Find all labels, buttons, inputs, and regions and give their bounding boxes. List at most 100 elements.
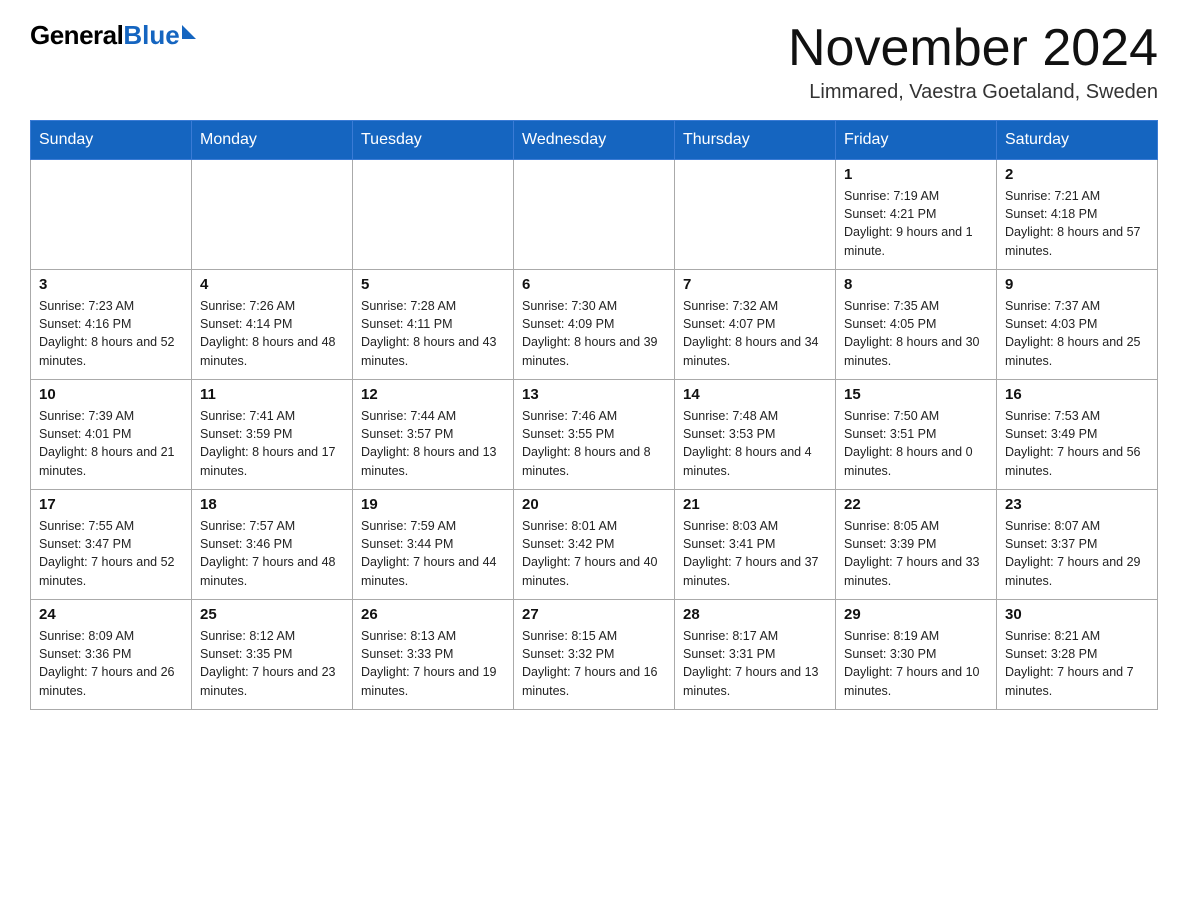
logo: General Blue xyxy=(30,20,196,51)
day-number: 18 xyxy=(200,496,344,513)
calendar-cell: 18 Sunrise: 7:57 AM Sunset: 3:46 PM Dayli… xyxy=(192,490,353,600)
calendar-cell: 4Sunrise: 7:26 AM Sunset: 4:14 PM Daylig… xyxy=(192,270,353,380)
calendar-cell: 30 Sunrise: 8:21 AM Sunset: 3:28 PM Dayli… xyxy=(997,600,1158,710)
day-info: Sunrise: 7:21 AM Sunset: 4:18 PM Dayligh… xyxy=(1005,187,1149,260)
calendar-cell: 19 Sunrise: 7:59 AM Sunset: 3:44 PM Dayli… xyxy=(353,490,514,600)
day-info: Sunrise: 8:05 AM Sunset: 3:39 PM Dayligh… xyxy=(844,517,988,590)
logo-general-text: General xyxy=(30,20,123,51)
calendar-cell: 14Sunrise: 7:48 AM Sunset: 3:53 PM Dayli… xyxy=(675,380,836,490)
day-number: 5 xyxy=(361,276,505,293)
header-wednesday: Wednesday xyxy=(514,121,675,160)
day-info: Sunrise: 7:46 AM Sunset: 3:55 PM Dayligh… xyxy=(522,407,666,480)
day-info: Sunrise: 7:23 AM Sunset: 4:16 PM Dayligh… xyxy=(39,297,183,370)
day-number: 29 xyxy=(844,606,988,623)
calendar-cell: 6 Sunrise: 7:30 AM Sunset: 4:09 PM Daylig… xyxy=(514,270,675,380)
day-info: Sunrise: 7:50 AM Sunset: 3:51 PM Dayligh… xyxy=(844,407,988,480)
calendar-cell: 21Sunrise: 8:03 AM Sunset: 3:41 PM Dayli… xyxy=(675,490,836,600)
day-number: 11 xyxy=(200,386,344,403)
day-number: 6 xyxy=(522,276,666,293)
day-number: 16 xyxy=(1005,386,1149,403)
logo-arrow-icon xyxy=(182,25,196,39)
calendar-cell: 16Sunrise: 7:53 AM Sunset: 3:49 PM Dayli… xyxy=(997,380,1158,490)
header-sunday: Sunday xyxy=(31,121,192,160)
header-friday: Friday xyxy=(836,121,997,160)
day-number: 23 xyxy=(1005,496,1149,513)
day-info: Sunrise: 7:59 AM Sunset: 3:44 PM Dayligh… xyxy=(361,517,505,590)
calendar-cell: 10 Sunrise: 7:39 AM Sunset: 4:01 PM Dayli… xyxy=(31,380,192,490)
day-number: 19 xyxy=(361,496,505,513)
day-info: Sunrise: 7:55 AM Sunset: 3:47 PM Dayligh… xyxy=(39,517,183,590)
day-info: Sunrise: 8:15 AM Sunset: 3:32 PM Dayligh… xyxy=(522,627,666,700)
day-info: Sunrise: 7:19 AM Sunset: 4:21 PM Dayligh… xyxy=(844,187,988,260)
calendar-cell: 8Sunrise: 7:35 AM Sunset: 4:05 PM Daylig… xyxy=(836,270,997,380)
calendar-cell: 13 Sunrise: 7:46 AM Sunset: 3:55 PM Dayli… xyxy=(514,380,675,490)
calendar-cell: 3Sunrise: 7:23 AM Sunset: 4:16 PM Daylig… xyxy=(31,270,192,380)
calendar-cell: 15 Sunrise: 7:50 AM Sunset: 3:51 PM Dayli… xyxy=(836,380,997,490)
day-info: Sunrise: 8:01 AM Sunset: 3:42 PM Dayligh… xyxy=(522,517,666,590)
day-info: Sunrise: 7:44 AM Sunset: 3:57 PM Dayligh… xyxy=(361,407,505,480)
day-info: Sunrise: 7:57 AM Sunset: 3:46 PM Dayligh… xyxy=(200,517,344,590)
day-number: 12 xyxy=(361,386,505,403)
calendar-cell: 7Sunrise: 7:32 AM Sunset: 4:07 PM Daylig… xyxy=(675,270,836,380)
day-info: Sunrise: 7:30 AM Sunset: 4:09 PM Dayligh… xyxy=(522,297,666,370)
week-row-0: 1 Sunrise: 7:19 AM Sunset: 4:21 PM Daylig… xyxy=(31,160,1158,270)
header-thursday: Thursday xyxy=(675,121,836,160)
day-info: Sunrise: 8:09 AM Sunset: 3:36 PM Dayligh… xyxy=(39,627,183,700)
day-info: Sunrise: 7:39 AM Sunset: 4:01 PM Dayligh… xyxy=(39,407,183,480)
week-row-4: 24Sunrise: 8:09 AM Sunset: 3:36 PM Dayli… xyxy=(31,600,1158,710)
day-info: Sunrise: 7:41 AM Sunset: 3:59 PM Dayligh… xyxy=(200,407,344,480)
logo-blue-part: Blue xyxy=(123,20,195,51)
calendar-cell: 1 Sunrise: 7:19 AM Sunset: 4:21 PM Daylig… xyxy=(836,160,997,270)
day-number: 28 xyxy=(683,606,827,623)
calendar-cell: 22 Sunrise: 8:05 AM Sunset: 3:39 PM Dayli… xyxy=(836,490,997,600)
day-number: 13 xyxy=(522,386,666,403)
day-number: 20 xyxy=(522,496,666,513)
header-monday: Monday xyxy=(192,121,353,160)
day-number: 15 xyxy=(844,386,988,403)
day-info: Sunrise: 7:32 AM Sunset: 4:07 PM Dayligh… xyxy=(683,297,827,370)
day-number: 30 xyxy=(1005,606,1149,623)
calendar-cell: 12 Sunrise: 7:44 AM Sunset: 3:57 PM Dayli… xyxy=(353,380,514,490)
logo-blue-text: Blue xyxy=(123,20,179,51)
calendar-cell: 24Sunrise: 8:09 AM Sunset: 3:36 PM Dayli… xyxy=(31,600,192,710)
calendar-cell: 9 Sunrise: 7:37 AM Sunset: 4:03 PM Daylig… xyxy=(997,270,1158,380)
day-info: Sunrise: 8:07 AM Sunset: 3:37 PM Dayligh… xyxy=(1005,517,1149,590)
week-row-2: 10 Sunrise: 7:39 AM Sunset: 4:01 PM Dayli… xyxy=(31,380,1158,490)
calendar-cell: 29Sunrise: 8:19 AM Sunset: 3:30 PM Dayli… xyxy=(836,600,997,710)
day-number: 10 xyxy=(39,386,183,403)
day-info: Sunrise: 7:37 AM Sunset: 4:03 PM Dayligh… xyxy=(1005,297,1149,370)
calendar-cell: 28 Sunrise: 8:17 AM Sunset: 3:31 PM Dayli… xyxy=(675,600,836,710)
calendar-cell: 26 Sunrise: 8:13 AM Sunset: 3:33 PM Dayli… xyxy=(353,600,514,710)
calendar-cell xyxy=(192,160,353,270)
month-title: November 2024 xyxy=(788,20,1158,77)
week-row-1: 3Sunrise: 7:23 AM Sunset: 4:16 PM Daylig… xyxy=(31,270,1158,380)
day-info: Sunrise: 8:13 AM Sunset: 3:33 PM Dayligh… xyxy=(361,627,505,700)
header-tuesday: Tuesday xyxy=(353,121,514,160)
day-info: Sunrise: 7:26 AM Sunset: 4:14 PM Dayligh… xyxy=(200,297,344,370)
header-saturday: Saturday xyxy=(997,121,1158,160)
day-number: 2 xyxy=(1005,166,1149,183)
day-number: 22 xyxy=(844,496,988,513)
day-info: Sunrise: 8:21 AM Sunset: 3:28 PM Dayligh… xyxy=(1005,627,1149,700)
calendar-header-row: SundayMondayTuesdayWednesdayThursdayFrid… xyxy=(31,121,1158,160)
day-number: 26 xyxy=(361,606,505,623)
calendar-cell: 23 Sunrise: 8:07 AM Sunset: 3:37 PM Dayli… xyxy=(997,490,1158,600)
calendar-cell: 2 Sunrise: 7:21 AM Sunset: 4:18 PM Daylig… xyxy=(997,160,1158,270)
calendar-cell: 27Sunrise: 8:15 AM Sunset: 3:32 PM Dayli… xyxy=(514,600,675,710)
title-area: November 2024 Limmared, Vaestra Goetalan… xyxy=(788,20,1158,104)
day-info: Sunrise: 8:12 AM Sunset: 3:35 PM Dayligh… xyxy=(200,627,344,700)
calendar-cell: 5 Sunrise: 7:28 AM Sunset: 4:11 PM Daylig… xyxy=(353,270,514,380)
calendar-cell: 17Sunrise: 7:55 AM Sunset: 3:47 PM Dayli… xyxy=(31,490,192,600)
day-info: Sunrise: 7:48 AM Sunset: 3:53 PM Dayligh… xyxy=(683,407,827,480)
calendar-cell: 11 Sunrise: 7:41 AM Sunset: 3:59 PM Dayli… xyxy=(192,380,353,490)
day-info: Sunrise: 8:17 AM Sunset: 3:31 PM Dayligh… xyxy=(683,627,827,700)
day-number: 1 xyxy=(844,166,988,183)
calendar-cell xyxy=(353,160,514,270)
day-info: Sunrise: 8:03 AM Sunset: 3:41 PM Dayligh… xyxy=(683,517,827,590)
day-info: Sunrise: 7:28 AM Sunset: 4:11 PM Dayligh… xyxy=(361,297,505,370)
day-number: 9 xyxy=(1005,276,1149,293)
calendar-cell: 25Sunrise: 8:12 AM Sunset: 3:35 PM Dayli… xyxy=(192,600,353,710)
header: General Blue November 2024 Limmared, Vae… xyxy=(30,20,1158,104)
calendar-table: SundayMondayTuesdayWednesdayThursdayFrid… xyxy=(30,120,1158,710)
calendar-cell: 20 Sunrise: 8:01 AM Sunset: 3:42 PM Dayli… xyxy=(514,490,675,600)
